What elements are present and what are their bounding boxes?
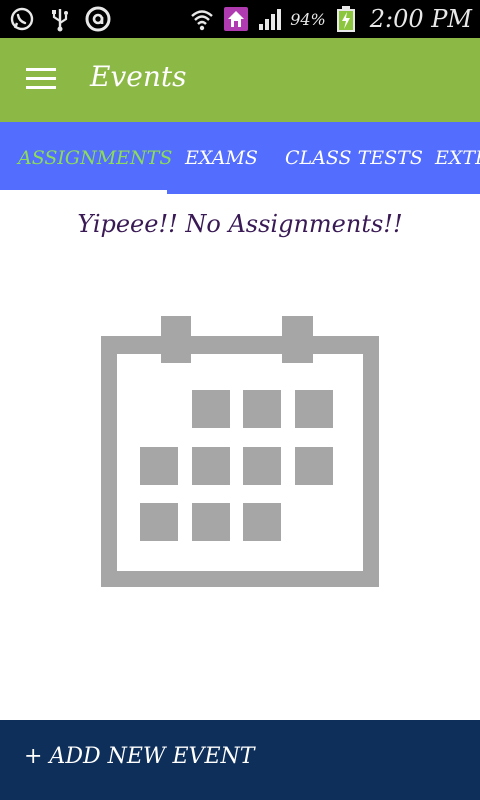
status-left-icons — [8, 4, 112, 34]
status-right-icons: 94% 2:00 PM — [188, 4, 472, 34]
hamburger-icon — [26, 68, 56, 71]
tab-bar: ASSIGNMENTS EXAMS CLASS TESTS EXTR — [0, 122, 480, 194]
status-bar: 94% 2:00 PM — [0, 0, 480, 38]
tab-assignments[interactable]: ASSIGNMENTS — [18, 122, 172, 194]
wifi-icon — [188, 5, 216, 33]
tab-extra[interactable]: EXTR — [435, 122, 480, 194]
menu-button[interactable] — [26, 68, 58, 92]
tab-exams[interactable]: EXAMS — [185, 122, 258, 194]
usb-icon — [46, 5, 74, 33]
empty-state-message: Yipeee!! No Assignments!! — [77, 210, 403, 238]
battery-percentage: 94% — [290, 9, 326, 29]
home-notification-icon — [222, 5, 250, 33]
tab-class-tests[interactable]: CLASS TESTS — [285, 122, 423, 194]
app-bar: Events — [0, 38, 480, 122]
status-clock: 2:00 PM — [369, 5, 472, 33]
page-title: Events — [90, 60, 187, 93]
add-new-event-label: + ADD NEW EVENT — [24, 744, 255, 769]
add-new-event-button[interactable]: + ADD NEW EVENT — [0, 720, 480, 800]
battery-charging-icon — [332, 5, 360, 33]
whatsapp-icon — [8, 5, 36, 33]
circle-a-icon — [84, 5, 112, 33]
calendar-icon — [100, 316, 380, 588]
active-tab-indicator — [0, 190, 167, 194]
signal-icon — [256, 5, 284, 33]
